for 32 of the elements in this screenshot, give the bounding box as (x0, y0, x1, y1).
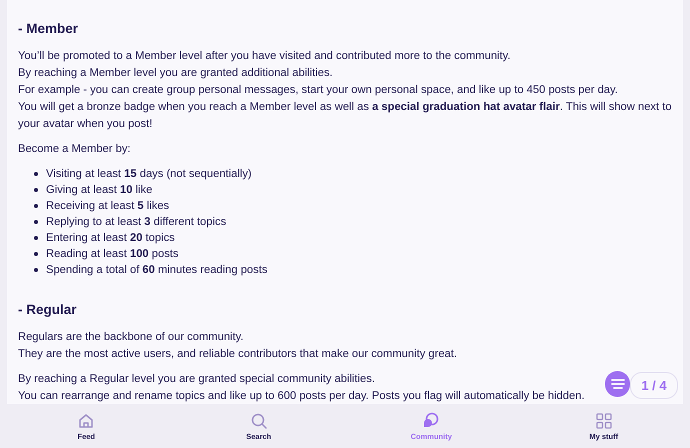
bullet-icon (34, 220, 38, 224)
paragraph-line: You can rearrange and rename topics and like up to 600 posts per day. Posts you flag will automatically be hidden. (18, 389, 585, 404)
bullet-icon (34, 188, 38, 192)
list-item-text: Visiting at least 15 days (not sequentially) (46, 167, 252, 182)
paragraph-line: You’ll be promoted to a Member level after you have visited and contributed more to the community. (18, 49, 511, 64)
grid-icon (594, 412, 613, 430)
bullet-icon (34, 268, 38, 272)
bullet-icon (34, 236, 38, 240)
paragraph-line: By reaching a Regular level you are granted special community abilities. (18, 372, 375, 387)
bullet-icon (34, 204, 38, 208)
list-item-text: Receiving at least 5 likes (46, 199, 170, 214)
paragraph-line: They are the most active users, and reliable contributors that make our community great. (18, 347, 458, 362)
progress-counter: 1 / 4 (630, 372, 678, 399)
paragraph-line: By reaching a Member level you are granted additional abilities. (18, 66, 333, 81)
list-item-text: Entering at least 20 topics (46, 231, 175, 246)
menu-icon (610, 378, 624, 390)
paragraph-line: Become a Member by: (18, 142, 131, 157)
paragraph-line: For example - you can create group personal messages, start your own personal space, and like up to 450 posts per day. (18, 83, 618, 98)
bullet-icon (34, 172, 38, 176)
home-icon (77, 412, 96, 430)
list-item-text: Reading at least 100 posts (46, 247, 178, 262)
paragraph-line: Regulars are the backbone of our community. (18, 330, 244, 345)
list-item-text: Giving at least 10 like (46, 183, 152, 198)
bullet-icon (34, 252, 38, 256)
chat-bubbles-icon (422, 412, 440, 430)
search-icon (250, 412, 268, 430)
menu-button[interactable] (605, 371, 630, 397)
list-item-text: Spending a total of 60 minutes reading posts (46, 263, 268, 278)
section-heading: - Member (18, 20, 80, 38)
section-heading: - Regular (18, 301, 78, 319)
paragraph-line: You will get a bronze badge when you reach a Member level as well as a special graduation hat avatar flair. This will show next to your avatar when you post! (18, 100, 672, 132)
list-item-text: Replying to at least 3 different topics (46, 215, 226, 230)
